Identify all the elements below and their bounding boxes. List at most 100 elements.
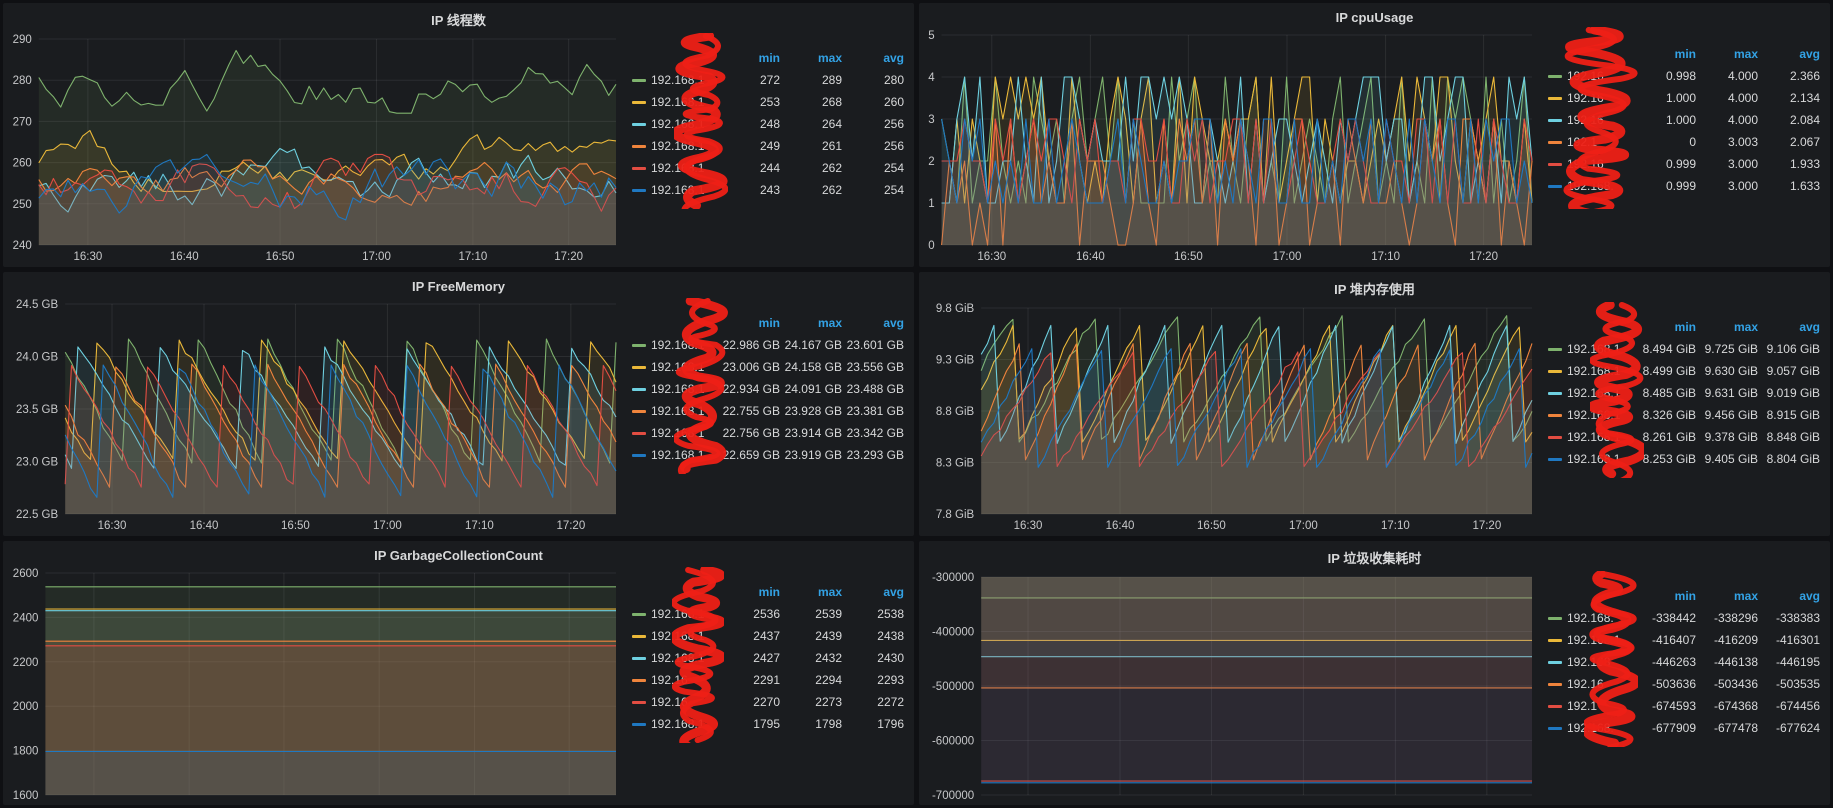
series-name[interactable]: 192.16 xyxy=(1548,65,1634,87)
series-min: 0.999 xyxy=(1634,175,1696,197)
series-min: 8.253 GiB xyxy=(1634,448,1696,470)
series-name[interactable]: 192.168. xyxy=(1548,607,1634,629)
series-name[interactable]: 192.168.1 xyxy=(632,334,718,356)
series-name[interactable]: 192.168.1 xyxy=(1548,382,1634,404)
legend-header-max[interactable]: max xyxy=(780,312,842,334)
panel-title[interactable]: IP cpuUsage xyxy=(919,3,1830,27)
legend-header-avg[interactable]: avg xyxy=(842,47,904,69)
series-name[interactable]: 192.168.1 xyxy=(632,69,718,91)
time-series-chart[interactable]: 16:3016:4016:5017:0017:1017:202902802702… xyxy=(7,31,628,265)
series-name[interactable]: 192.168.1 xyxy=(632,603,718,625)
legend-header-min[interactable]: min xyxy=(718,47,780,69)
series-label: 192.168.1 xyxy=(1567,426,1620,448)
legend-header-min[interactable]: min xyxy=(1634,43,1696,65)
time-series-chart[interactable]: 16:3016:4016:5017:0017:1017:209.8 GiB9.3… xyxy=(923,300,1544,534)
series-name[interactable]: 192.168. xyxy=(1548,717,1634,739)
series-name[interactable]: 192.16 xyxy=(1548,87,1634,109)
series-name[interactable]: 192.168.1 xyxy=(632,356,718,378)
series-name[interactable]: 192.16 xyxy=(1548,153,1634,175)
series-label: 192.168.1 xyxy=(651,422,704,444)
series-min: -446263 xyxy=(1634,651,1696,673)
series-name[interactable]: 192.168.1 xyxy=(632,422,718,444)
series-name[interactable]: 192.16 xyxy=(1548,109,1634,131)
legend-header-avg[interactable]: avg xyxy=(842,312,904,334)
series-name[interactable]: 192.168.1 xyxy=(632,135,718,157)
y-axis-tick-label: -600000 xyxy=(932,736,974,748)
legend-header-max[interactable]: max xyxy=(1696,585,1758,607)
series-min: 253 xyxy=(718,91,780,113)
series-avg: 8.848 GiB xyxy=(1758,426,1820,448)
series-name[interactable]: 192.168.1 xyxy=(632,400,718,422)
time-series-chart[interactable]: 16:3016:4016:5017:0017:1017:20543210 xyxy=(923,27,1544,265)
series-name[interactable]: 192.168.1 xyxy=(632,713,718,735)
chart-canvas[interactable]: 16:3016:4016:5017:0017:1017:20543210 xyxy=(923,27,1544,265)
series-name[interactable]: 192.16 xyxy=(1548,673,1634,695)
x-axis-tick-label: 17:20 xyxy=(556,520,585,532)
series-name[interactable]: 192.1 xyxy=(1548,131,1634,153)
series-color-marker xyxy=(1548,370,1562,373)
series-name[interactable]: 192.168. xyxy=(1548,175,1634,197)
series-color-marker xyxy=(632,679,646,682)
legend-header-avg[interactable]: avg xyxy=(842,581,904,603)
time-series-chart[interactable]: 16:3016:4016:5017:0017:1017:2024.5 GB24.… xyxy=(7,296,628,534)
panel-title[interactable]: IP GarbageCollectionCount xyxy=(3,541,914,565)
y-axis-tick-label: 280 xyxy=(13,75,32,87)
panel-heap-memory: IP 堆内存使用 16:3016:4016:5017:0017:1017:209… xyxy=(919,272,1830,536)
legend-header-avg[interactable]: avg xyxy=(1758,585,1820,607)
series-name[interactable]: 192.168.1 xyxy=(632,157,718,179)
series-name[interactable]: 192.168.1 xyxy=(632,444,718,466)
chart-canvas[interactable]: 16:3016:4016:5017:0017:1017:2024.5 GB24.… xyxy=(7,296,628,534)
series-name[interactable]: 192.1 xyxy=(1548,695,1634,717)
series-name[interactable]: 192.168.1 xyxy=(1548,404,1634,426)
series-avg: 2.084 xyxy=(1758,109,1820,131)
x-axis-tick-label: 16:50 xyxy=(1174,251,1203,263)
chart-canvas[interactable]: 16:3016:4016:5017:0017:1017:202902802702… xyxy=(7,31,628,265)
series-name[interactable]: 192.168.1 xyxy=(632,91,718,113)
panel-title[interactable]: IP 线程数 xyxy=(3,3,914,31)
y-axis-tick-label: 1 xyxy=(928,198,934,210)
legend-header-max[interactable]: max xyxy=(1696,43,1758,65)
chart-canvas[interactable]: -300000-400000-500000-600000-700000 xyxy=(923,569,1544,803)
legend-header-avg[interactable]: avg xyxy=(1758,316,1820,338)
chart-canvas[interactable]: 16:3016:4016:5017:0017:1017:209.8 GiB9.3… xyxy=(923,300,1544,534)
legend-header-max[interactable]: max xyxy=(1696,316,1758,338)
series-name[interactable]: 192.168.1 xyxy=(1548,629,1634,651)
panel-title[interactable]: IP 堆内存使用 xyxy=(919,272,1830,300)
series-min: 8.485 GiB xyxy=(1634,382,1696,404)
series-color-marker xyxy=(1548,348,1562,351)
legend-header-max[interactable]: max xyxy=(780,581,842,603)
series-name[interactable]: 192.168.1 xyxy=(632,113,718,135)
x-axis-tick-label: 17:00 xyxy=(1289,520,1318,532)
legend-header-row: minmaxavg xyxy=(1548,43,1820,65)
series-label: 192.168.1 xyxy=(1567,382,1620,404)
legend-header-max[interactable]: max xyxy=(780,47,842,69)
legend-header-min[interactable]: min xyxy=(1634,316,1696,338)
series-name[interactable]: 192.168.1 xyxy=(632,647,718,669)
series-name[interactable]: 192.168.1 xyxy=(632,378,718,400)
legend-header-min[interactable]: min xyxy=(1634,585,1696,607)
series-name[interactable]: 192.168.1 xyxy=(632,179,718,201)
x-axis-tick-label: 17:00 xyxy=(362,251,391,263)
panel-title[interactable]: IP 垃圾收集耗时 xyxy=(919,541,1830,569)
panel-title[interactable]: IP FreeMemory xyxy=(3,272,914,296)
series-name[interactable]: 192.168.1 xyxy=(1548,360,1634,382)
y-axis-tick-label: 250 xyxy=(13,199,32,211)
series-name[interactable]: 192.168.1 xyxy=(1548,448,1634,470)
time-series-chart[interactable]: 260024002200200018001600 xyxy=(7,565,628,803)
chart-canvas[interactable]: 260024002200200018001600 xyxy=(7,565,628,803)
legend-header-min[interactable]: min xyxy=(718,581,780,603)
legend-header-min[interactable]: min xyxy=(718,312,780,334)
series-name[interactable]: 192.16 xyxy=(632,669,718,691)
series-name[interactable]: 192.168.1 xyxy=(1548,426,1634,448)
series-name[interactable]: 192.168 xyxy=(1548,651,1634,673)
series-max: 3.000 xyxy=(1696,175,1758,197)
series-avg: 23.488 GB xyxy=(842,378,904,400)
y-axis-tick-label: -300000 xyxy=(932,572,974,584)
series-name[interactable]: 192.16 xyxy=(632,691,718,713)
series-name[interactable]: 192.168.1 xyxy=(632,625,718,647)
x-axis-tick-label: 16:30 xyxy=(977,251,1006,263)
series-name[interactable]: 192.168.1 xyxy=(1548,338,1634,360)
legend-header-avg[interactable]: avg xyxy=(1758,43,1820,65)
time-series-chart[interactable]: -300000-400000-500000-600000-700000 xyxy=(923,569,1544,803)
series-label: 192.168.1 xyxy=(651,69,704,91)
